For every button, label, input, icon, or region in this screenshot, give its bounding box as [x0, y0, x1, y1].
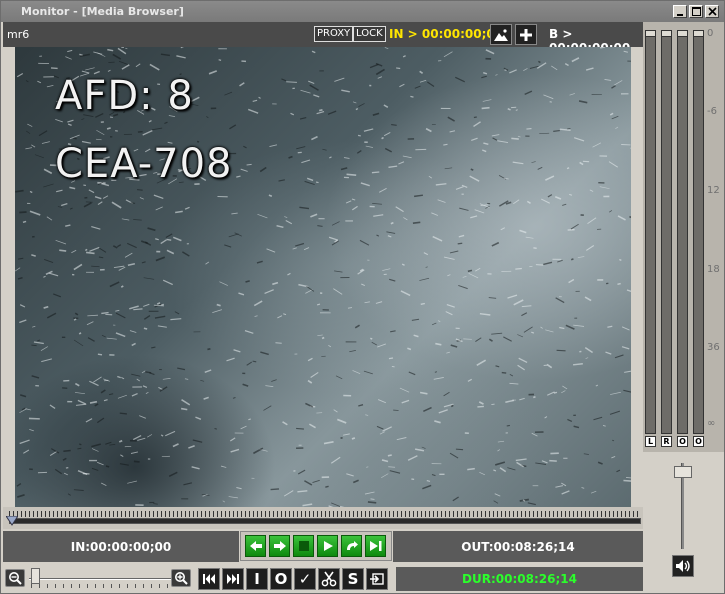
close-button[interactable]	[705, 5, 719, 18]
zoom-ticks	[31, 584, 171, 588]
scissors-icon	[321, 571, 337, 587]
stop-icon	[298, 541, 309, 551]
arrow-right-icon	[273, 541, 286, 551]
loop-icon	[346, 541, 358, 550]
audio-meters: L R O O	[643, 22, 724, 452]
timeline-ticks	[9, 511, 641, 517]
add-button[interactable]	[515, 24, 537, 45]
meter-aux-2	[693, 30, 704, 434]
cea-overlay: CEA-708	[55, 141, 233, 187]
cut-button[interactable]	[318, 568, 340, 590]
zoom-slider-thumb[interactable]	[31, 568, 40, 584]
zoom-in-button[interactable]	[171, 569, 191, 587]
go-to-end-button[interactable]	[365, 535, 386, 557]
playhead-icon[interactable]	[6, 516, 18, 526]
volume-slider-thumb[interactable]	[674, 466, 692, 478]
speaker-icon	[676, 560, 690, 572]
proxy-toggle[interactable]: PROXY	[314, 26, 354, 42]
stop-button[interactable]	[293, 535, 314, 557]
step-forward-button[interactable]	[269, 535, 290, 557]
out-point-display: OUT:00:08:26;14	[393, 531, 643, 562]
in-point-display: IN:00:00:00;00	[3, 531, 239, 562]
zoom-out-icon	[9, 572, 22, 585]
monitor-toolbar: mr6 PROXY LOCK IN > 00:00:00;00 B > 00:0…	[3, 22, 643, 55]
scale-label: ∞	[707, 418, 716, 429]
mark-out-button[interactable]: O	[270, 568, 292, 590]
minimize-icon	[677, 13, 683, 16]
confirm-button[interactable]: ✓	[294, 568, 316, 590]
meter-label-o1[interactable]: O	[677, 436, 688, 447]
scale-label: 12	[707, 185, 720, 196]
go-to-end-tool-button[interactable]	[222, 568, 244, 590]
loop-button[interactable]	[341, 535, 362, 557]
window-title: Monitor - [Media Browser]	[21, 5, 184, 18]
arrow-left-icon	[249, 541, 262, 551]
maximize-icon	[691, 7, 701, 16]
meter-label-o2[interactable]: O	[693, 436, 704, 447]
meter-aux-1	[677, 30, 688, 434]
scale-label: 18	[707, 264, 720, 275]
skip-start-icon	[203, 574, 215, 584]
meter-label-r[interactable]: R	[661, 436, 672, 447]
video-viewport[interactable]: AFD: 8 CEA-708	[15, 47, 631, 507]
mute-button[interactable]	[672, 555, 694, 577]
title-bar[interactable]: Monitor - [Media Browser]	[1, 1, 724, 22]
split-button[interactable]: S	[342, 568, 364, 590]
scale-label: -6	[707, 106, 717, 117]
play-button[interactable]	[317, 535, 338, 557]
monitor-window: Monitor - [Media Browser] mr6 PROXY LOCK…	[0, 0, 725, 594]
meter-right	[661, 30, 672, 434]
export-icon	[370, 573, 384, 585]
plus-icon	[520, 28, 532, 41]
snapshot-button[interactable]	[490, 24, 512, 45]
meter-label-l[interactable]: L	[645, 436, 656, 447]
skip-end-icon	[227, 574, 239, 584]
zoom-control	[3, 565, 195, 591]
close-icon	[707, 7, 717, 16]
timeline-bar[interactable]	[9, 518, 641, 524]
meter-left	[645, 30, 656, 434]
duration-display: DUR:00:08:26;14	[396, 567, 643, 591]
afd-overlay: AFD: 8	[55, 73, 194, 119]
scale-label: 36	[707, 342, 720, 353]
mark-in-button[interactable]: I	[246, 568, 268, 590]
minimize-button[interactable]	[673, 5, 687, 18]
export-button[interactable]	[366, 568, 388, 590]
scale-label: 0	[707, 28, 714, 39]
lock-toggle[interactable]: LOCK	[353, 26, 386, 42]
clip-name: mr6	[7, 28, 30, 41]
zoom-slider-track[interactable]	[29, 578, 171, 580]
zoom-out-button[interactable]	[5, 569, 25, 587]
timeline-scrubber[interactable]	[3, 507, 643, 529]
transport-controls	[240, 531, 392, 561]
step-back-button[interactable]	[245, 535, 266, 557]
skip-end-icon	[369, 541, 381, 551]
go-to-start-button[interactable]	[198, 568, 220, 590]
in-timecode: IN > 00:00:00;00	[389, 27, 504, 41]
play-icon	[323, 541, 333, 551]
maximize-button[interactable]	[689, 5, 703, 18]
zoom-in-icon	[175, 572, 188, 585]
image-icon	[494, 28, 508, 41]
